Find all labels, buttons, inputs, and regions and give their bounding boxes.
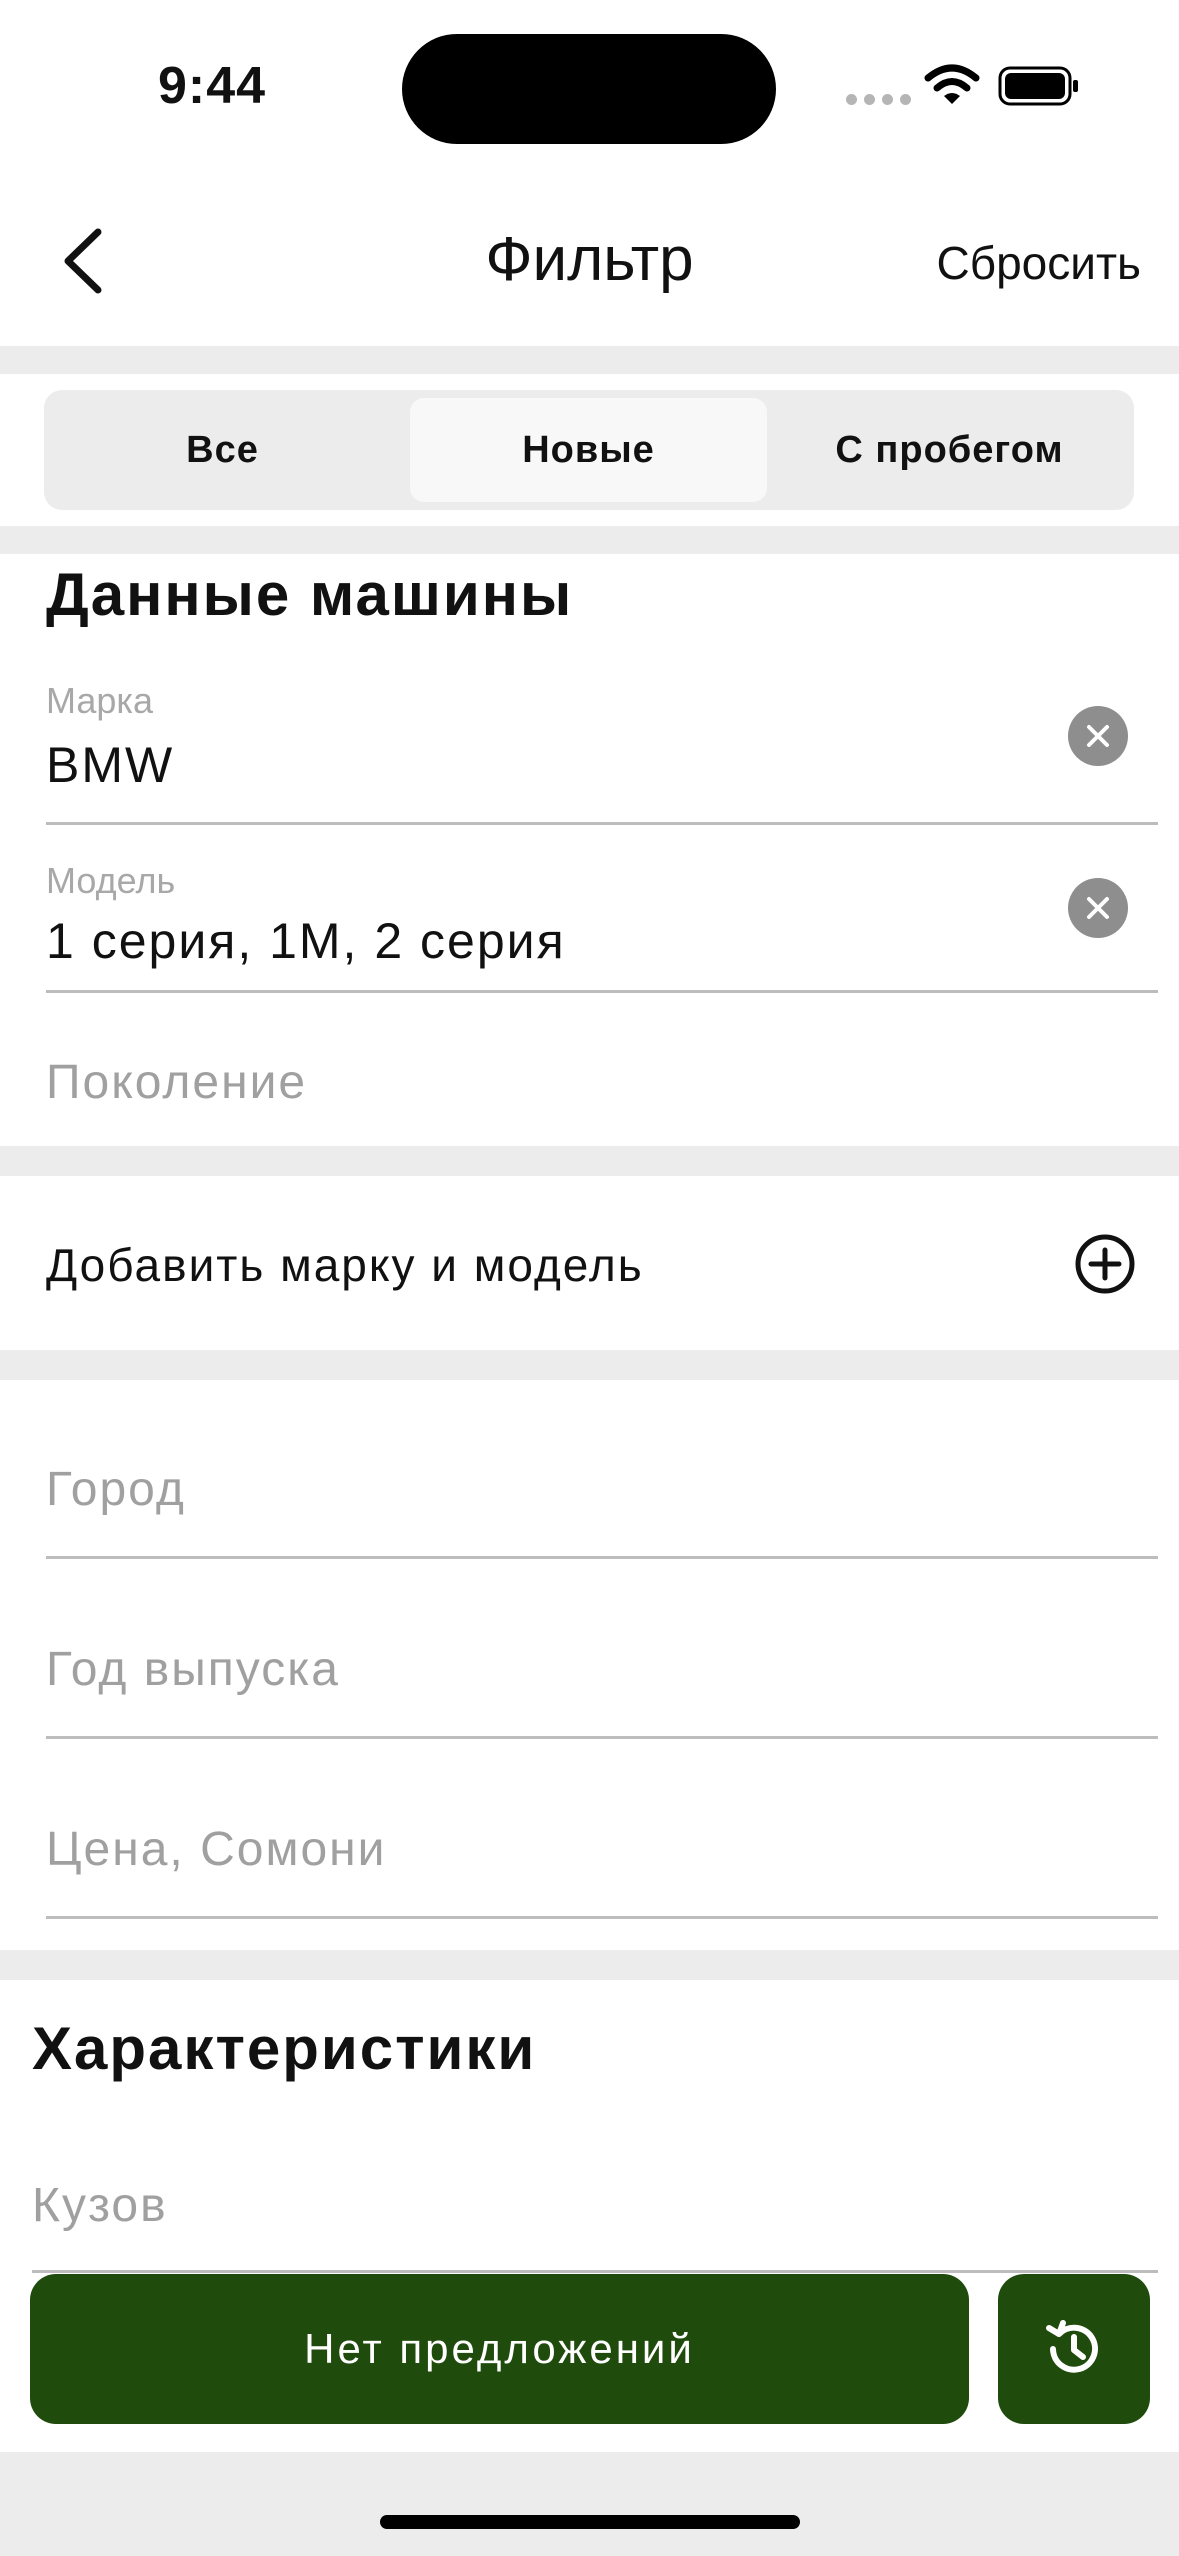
generation-field[interactable]: Поколение — [46, 1055, 307, 1110]
year-underline — [46, 1736, 1158, 1739]
history-button[interactable] — [998, 2274, 1150, 2424]
bottom-safe-area — [0, 2452, 1179, 2556]
body-type-field[interactable]: Кузов — [32, 2178, 168, 2233]
tab-new[interactable]: Новые — [410, 398, 767, 502]
wifi-icon — [924, 64, 980, 104]
clear-model-button[interactable] — [1068, 878, 1128, 938]
battery-icon — [998, 66, 1078, 106]
brand-underline — [46, 822, 1158, 825]
dynamic-island — [402, 34, 776, 144]
section-divider — [0, 346, 1179, 374]
model-label: Модель — [46, 860, 176, 901]
brand-label: Марка — [46, 680, 153, 721]
city-field[interactable]: Город — [46, 1462, 186, 1517]
brand-field[interactable]: BMW — [46, 736, 174, 794]
tab-used[interactable]: С пробегом — [771, 398, 1128, 502]
clear-icon — [1087, 725, 1109, 747]
section-divider — [0, 526, 1179, 554]
home-indicator — [380, 2515, 800, 2529]
condition-segmented-control: Все Новые С пробегом — [44, 390, 1134, 510]
year-field[interactable]: Год выпуска — [46, 1642, 340, 1697]
clear-icon — [1087, 897, 1109, 919]
history-icon — [1046, 2320, 1098, 2373]
city-underline — [46, 1556, 1158, 1559]
specs-heading: Характеристики — [32, 2015, 537, 2082]
tab-all[interactable]: Все — [44, 398, 401, 502]
show-offers-button[interactable]: Нет предложений — [30, 2274, 969, 2424]
section-divider — [0, 1350, 1179, 1380]
status-time: 9:44 — [158, 57, 267, 115]
car-data-heading: Данные машины — [46, 561, 574, 628]
section-divider — [0, 1950, 1179, 1980]
section-divider — [0, 1146, 1179, 1176]
add-brand-model-button[interactable]: Добавить марку и модель — [46, 1238, 644, 1292]
clear-brand-button[interactable] — [1068, 706, 1128, 766]
model-field[interactable]: 1 серия, 1M, 2 серия — [46, 912, 566, 970]
price-underline — [46, 1916, 1158, 1919]
price-field[interactable]: Цена, Сомони — [46, 1822, 386, 1877]
reset-button[interactable]: Сбросить — [937, 236, 1141, 290]
signal-icon — [846, 94, 911, 105]
model-underline — [46, 990, 1158, 993]
plus-circle-icon[interactable] — [1074, 1233, 1136, 1295]
body-type-underline — [32, 2270, 1158, 2273]
